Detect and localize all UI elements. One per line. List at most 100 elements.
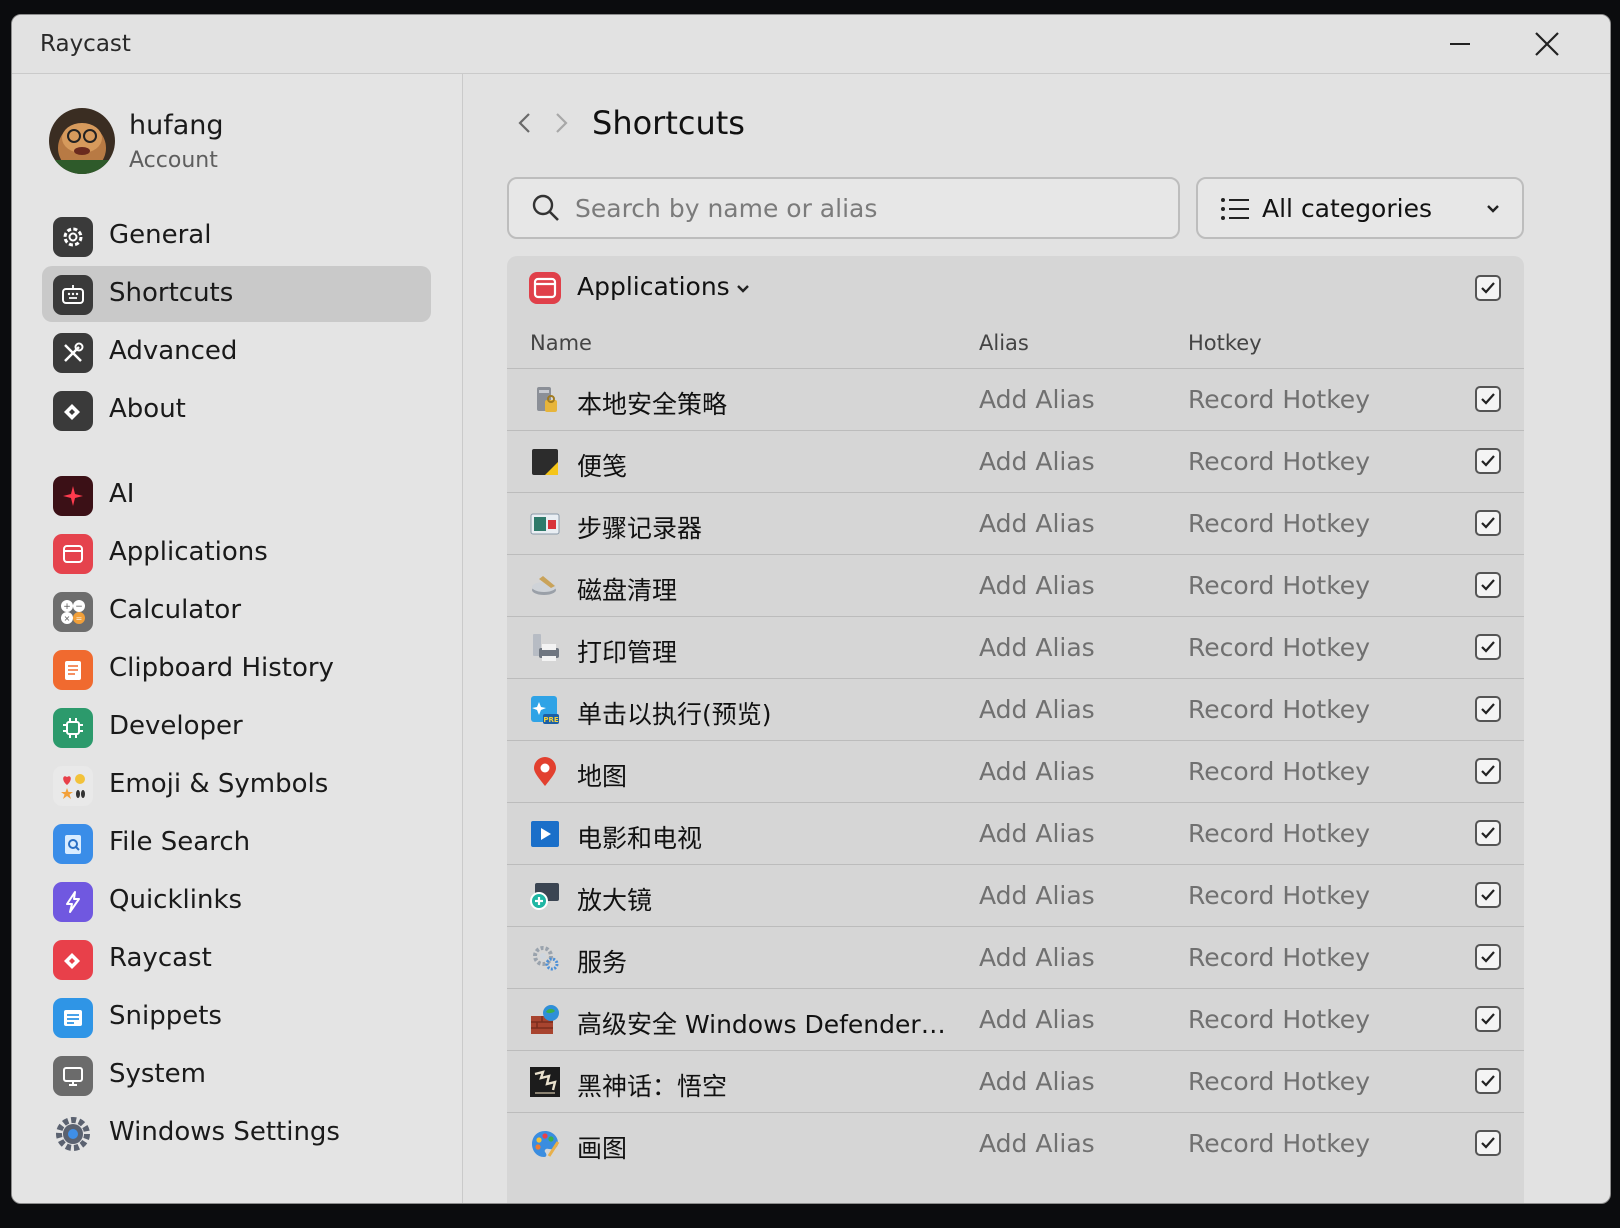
record-hotkey-button[interactable]: Record Hotkey [1188, 385, 1370, 414]
table-row[interactable]: 黑神话：悟空 Add Alias Record Hotkey [507, 1050, 1524, 1112]
sidebar-item-file-search[interactable]: File Search [42, 815, 431, 871]
category-dropdown-value: All categories [1262, 194, 1432, 223]
sidebar-item-label: Developer [109, 711, 243, 741]
table-row[interactable]: 本地安全策略 Add Alias Record Hotkey [507, 368, 1524, 430]
svg-text:=: = [76, 614, 83, 623]
row-enable-checkbox[interactable] [1475, 572, 1501, 598]
record-hotkey-button[interactable]: Record Hotkey [1188, 881, 1370, 910]
sidebar-item-windows-settings[interactable]: Windows Settings [42, 1105, 431, 1161]
row-name: 打印管理 [577, 638, 678, 667]
record-hotkey-button[interactable]: Record Hotkey [1188, 757, 1370, 786]
sidebar-item-quicklinks[interactable]: Quicklinks [42, 873, 431, 929]
row-name: 便笺 [577, 452, 628, 481]
record-hotkey-button[interactable]: Record Hotkey [1188, 1129, 1370, 1158]
row-enable-checkbox[interactable] [1475, 758, 1501, 784]
checkmark-icon [1481, 889, 1495, 901]
row-enable-checkbox[interactable] [1475, 386, 1501, 412]
table-row[interactable]: 服务 Add Alias Record Hotkey [507, 926, 1524, 988]
record-hotkey-button[interactable]: Record Hotkey [1188, 943, 1370, 972]
sidebar-item-clipboard-history[interactable]: Clipboard History [42, 641, 431, 697]
row-enable-checkbox[interactable] [1475, 510, 1501, 536]
app-window-icon [529, 272, 561, 304]
sidebar-item-general[interactable]: General [42, 208, 431, 264]
minimize-button[interactable] [1430, 21, 1490, 67]
chevron-down-icon[interactable] [735, 280, 751, 299]
add-alias-button[interactable]: Add Alias [979, 447, 1095, 476]
add-alias-button[interactable]: Add Alias [979, 943, 1095, 972]
sidebar-item-snippets[interactable]: Snippets [42, 989, 431, 1045]
sparkle-icon [53, 476, 93, 516]
row-enable-checkbox[interactable] [1475, 1006, 1501, 1032]
row-enable-checkbox[interactable] [1475, 882, 1501, 908]
forward-button[interactable] [550, 110, 572, 140]
search-box[interactable] [507, 177, 1180, 239]
group-enable-checkbox[interactable] [1475, 275, 1501, 301]
add-alias-button[interactable]: Add Alias [979, 819, 1095, 848]
table-row[interactable]: 步骤记录器 Add Alias Record Hotkey [507, 492, 1524, 554]
row-name: 黑神话：悟空 [577, 1072, 728, 1101]
sticky-notes-icon [529, 446, 561, 478]
sidebar-item-ai[interactable]: AI [42, 467, 431, 523]
table-row[interactable]: 高级安全 Windows Defender ... Add Alias Reco… [507, 988, 1524, 1050]
sidebar-item-developer[interactable]: Developer [42, 699, 431, 755]
group-header[interactable]: Applications [507, 256, 1524, 318]
table-row[interactable]: 便笺 Add Alias Record Hotkey [507, 430, 1524, 492]
account-button[interactable]: hufang Account [49, 108, 429, 178]
record-hotkey-button[interactable]: Record Hotkey [1188, 571, 1370, 600]
record-hotkey-button[interactable]: Record Hotkey [1188, 509, 1370, 538]
row-enable-checkbox[interactable] [1475, 1130, 1501, 1156]
add-alias-button[interactable]: Add Alias [979, 571, 1095, 600]
category-dropdown[interactable]: All categories [1196, 177, 1524, 239]
back-button[interactable] [514, 110, 536, 140]
sidebar-item-calculator[interactable]: + − × = Calculator [42, 583, 431, 639]
sidebar-item-label: General [109, 220, 212, 250]
record-hotkey-button[interactable]: Record Hotkey [1188, 447, 1370, 476]
sidebar-item-applications[interactable]: Applications [42, 525, 431, 581]
add-alias-button[interactable]: Add Alias [979, 1005, 1095, 1034]
sidebar-item-advanced[interactable]: Advanced [42, 324, 431, 380]
row-name: 放大镜 [577, 886, 653, 915]
sidebar-item-emoji-symbols[interactable]: Emoji & Symbols [42, 757, 431, 813]
row-enable-checkbox[interactable] [1475, 1068, 1501, 1094]
table-row[interactable]: 地图 Add Alias Record Hotkey [507, 740, 1524, 802]
table-row[interactable]: 打印管理 Add Alias Record Hotkey [507, 616, 1524, 678]
add-alias-button[interactable]: Add Alias [979, 757, 1095, 786]
add-alias-button[interactable]: Add Alias [979, 1129, 1095, 1158]
sidebar: hufang Account General Shortcuts Advance… [12, 74, 463, 1203]
emoji-icon [53, 766, 93, 806]
record-hotkey-button[interactable]: Record Hotkey [1188, 695, 1370, 724]
sidebar-item-about[interactable]: About [42, 382, 431, 438]
table-row[interactable]: 画图 Add Alias Record Hotkey [507, 1112, 1524, 1174]
map-pin-icon [529, 756, 561, 788]
row-enable-checkbox[interactable] [1475, 820, 1501, 846]
record-hotkey-button[interactable]: Record Hotkey [1188, 1005, 1370, 1034]
sidebar-item-system[interactable]: System [42, 1047, 431, 1103]
app-window-icon [53, 534, 93, 574]
main-content: Shortcuts All categories Applications [464, 74, 1610, 1203]
add-alias-button[interactable]: Add Alias [979, 633, 1095, 662]
table-row[interactable]: 电影和电视 Add Alias Record Hotkey [507, 802, 1524, 864]
add-alias-button[interactable]: Add Alias [979, 385, 1095, 414]
table-row[interactable]: 放大镜 Add Alias Record Hotkey [507, 864, 1524, 926]
search-input[interactable] [575, 189, 1155, 227]
add-alias-button[interactable]: Add Alias [979, 1067, 1095, 1096]
checkmark-icon [1481, 455, 1495, 467]
account-name: hufang [129, 110, 224, 141]
table-row[interactable]: PRE 单击以执行(预览) Add Alias Record Hotkey [507, 678, 1524, 740]
row-enable-checkbox[interactable] [1475, 634, 1501, 660]
sidebar-item-raycast[interactable]: Raycast [42, 931, 431, 987]
record-hotkey-button[interactable]: Record Hotkey [1188, 1067, 1370, 1096]
avatar [49, 108, 115, 174]
table-row[interactable]: 磁盘清理 Add Alias Record Hotkey [507, 554, 1524, 616]
add-alias-button[interactable]: Add Alias [979, 881, 1095, 910]
close-button[interactable] [1517, 21, 1577, 67]
record-hotkey-button[interactable]: Record Hotkey [1188, 819, 1370, 848]
row-enable-checkbox[interactable] [1475, 944, 1501, 970]
sidebar-item-label: Applications [109, 537, 268, 567]
add-alias-button[interactable]: Add Alias [979, 695, 1095, 724]
row-enable-checkbox[interactable] [1475, 448, 1501, 474]
add-alias-button[interactable]: Add Alias [979, 509, 1095, 538]
row-enable-checkbox[interactable] [1475, 696, 1501, 722]
record-hotkey-button[interactable]: Record Hotkey [1188, 633, 1370, 662]
sidebar-item-shortcuts[interactable]: Shortcuts [42, 266, 431, 322]
